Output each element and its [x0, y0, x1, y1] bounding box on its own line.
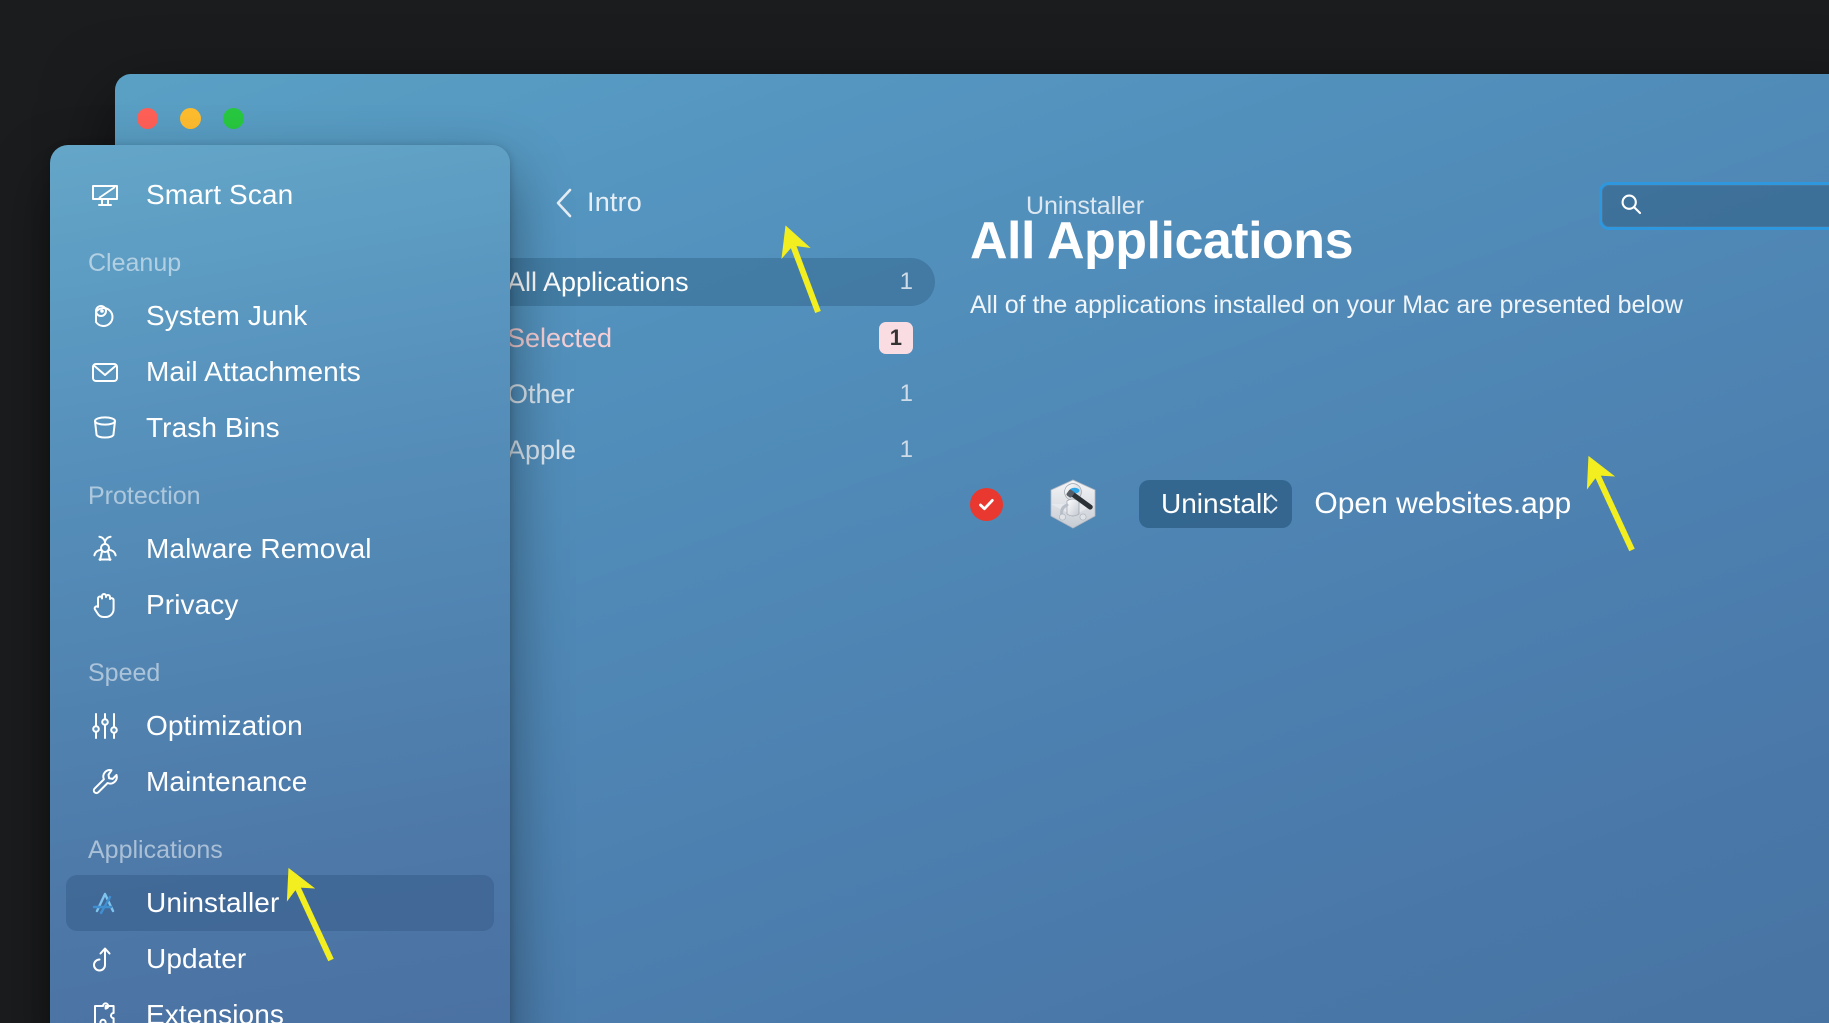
sidebar-item-label: Trash Bins	[146, 412, 280, 443]
category-row-all-applications[interactable]: All Applications 1	[485, 258, 935, 306]
sidebar-group-cleanup: Cleanup	[88, 249, 182, 277]
sidebar-item-label: Uninstaller	[146, 887, 280, 918]
screen: Intro Uninstaller All Applications 1 Sel…	[0, 0, 1829, 1023]
sidebar-item-label: Extensions	[146, 999, 284, 1023]
minimize-button[interactable]	[180, 108, 201, 129]
sidebar-item-system-junk[interactable]: System Junk	[66, 288, 494, 344]
sidebar-item-updater[interactable]: Updater	[66, 931, 494, 987]
sidebar-item-optimization[interactable]: Optimization	[66, 698, 494, 754]
traffic-lights	[137, 108, 244, 129]
uninstall-button-label: Uninstall	[1161, 488, 1269, 519]
update-arrow-icon	[88, 942, 122, 976]
automator-app-icon	[1043, 474, 1103, 534]
sidebar-item-uninstaller[interactable]: Uninstaller	[66, 875, 494, 931]
sidebar-group-applications: Applications	[88, 836, 223, 864]
mail-icon	[88, 355, 122, 389]
smart-scan-icon	[88, 178, 122, 212]
app-checkbox[interactable]	[970, 487, 1003, 521]
page-subtitle: All of the applications installed on you…	[970, 290, 1683, 319]
system-junk-icon	[88, 299, 122, 333]
category-count: 1	[899, 268, 913, 295]
category-row-other[interactable]: Other 1	[485, 370, 935, 418]
application-row: Uninstall Open websites.app	[970, 474, 1571, 534]
chevron-left-icon	[555, 188, 573, 218]
sidebar: Smart Scan Cleanup System Junk Mail Atta…	[50, 145, 510, 1023]
sidebar-item-label: Smart Scan	[146, 179, 294, 210]
sidebar-item-label: Malware Removal	[146, 533, 372, 564]
chevron-updown-icon	[1264, 494, 1278, 515]
detail-header: All Applications All of the applications…	[970, 214, 1829, 320]
category-count: 1	[899, 436, 913, 463]
sidebar-item-extensions[interactable]: Extensions	[66, 987, 494, 1023]
back-label: Intro	[587, 187, 643, 217]
wrench-icon	[88, 765, 122, 799]
sidebar-item-privacy[interactable]: Privacy	[66, 577, 494, 633]
sidebar-item-label: Updater	[146, 943, 247, 974]
biohazard-icon	[88, 532, 122, 566]
page-title: All Applications	[970, 212, 1354, 270]
category-label: Selected	[507, 322, 613, 353]
sidebar-item-maintenance[interactable]: Maintenance	[66, 754, 494, 810]
sidebar-item-trash-bins[interactable]: Trash Bins	[66, 400, 494, 456]
sidebar-top-spacer	[50, 159, 510, 167]
category-count: 1	[899, 380, 913, 407]
trash-bin-icon	[88, 411, 122, 445]
sidebar-item-malware-removal[interactable]: Malware Removal	[66, 521, 494, 577]
sidebar-item-smart-scan[interactable]: Smart Scan	[66, 167, 494, 223]
appstore-icon	[88, 886, 122, 920]
sidebar-item-mail-attachments[interactable]: Mail Attachments	[66, 344, 494, 400]
sidebar-item-label: System Junk	[146, 300, 308, 331]
category-label: Other	[507, 378, 575, 409]
sidebar-item-label: Privacy	[146, 589, 239, 620]
category-row-apple[interactable]: Apple 1	[485, 426, 935, 474]
back-navigation[interactable]: Intro	[555, 187, 642, 218]
category-label: All Applications	[507, 266, 689, 297]
category-list: All Applications 1 Selected 1 Other 1 Ap…	[485, 258, 935, 482]
close-button[interactable]	[137, 108, 158, 129]
checkmark-icon	[979, 498, 994, 510]
category-row-selected[interactable]: Selected 1	[485, 314, 935, 362]
sliders-icon	[88, 709, 122, 743]
application-name: Open websites.app	[1314, 487, 1572, 520]
zoom-button[interactable]	[223, 108, 244, 129]
sidebar-item-label: Mail Attachments	[146, 356, 361, 387]
sidebar-item-label: Optimization	[146, 710, 303, 741]
uninstall-popup-button[interactable]: Uninstall	[1139, 480, 1293, 528]
sidebar-group-protection: Protection	[88, 482, 201, 510]
sidebar-item-label: Maintenance	[146, 766, 308, 797]
sidebar-group-speed: Speed	[88, 659, 161, 687]
category-label: Apple	[507, 434, 577, 465]
hand-icon	[88, 588, 122, 622]
category-count-badge: 1	[878, 322, 913, 354]
puzzle-icon	[88, 998, 122, 1023]
